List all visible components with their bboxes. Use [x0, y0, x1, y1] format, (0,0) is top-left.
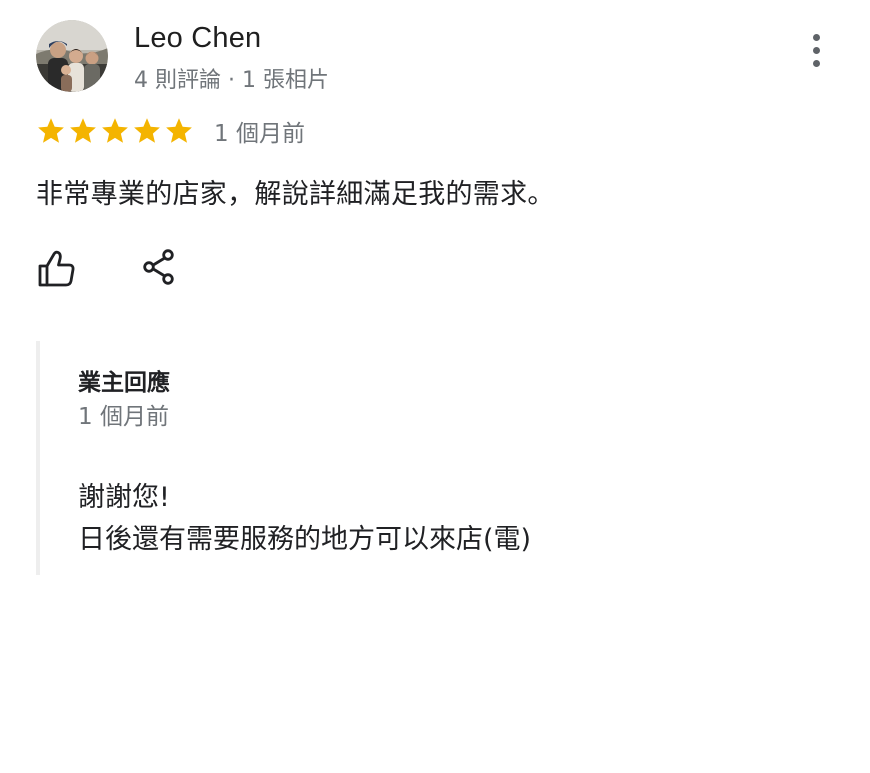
more-options-button[interactable] — [798, 28, 836, 74]
star-icon — [102, 118, 128, 143]
share-icon — [143, 249, 174, 285]
owner-response-date: 1 個月前 — [78, 404, 169, 430]
author-name[interactable]: Leo Chen — [134, 22, 261, 55]
star-icon — [70, 118, 96, 143]
review-card: Leo Chen 4 則評論 · 1 張相片 1 個月前 非常專業的店家，解說詳… — [0, 0, 870, 773]
owner-response-text-line: 日後還有需要服務的地方可以來店(電) — [78, 524, 532, 555]
like-button[interactable] — [36, 248, 78, 290]
avatar[interactable] — [36, 20, 108, 92]
star-icon — [134, 118, 160, 143]
avatar-photo — [36, 20, 108, 92]
more-vert-icon — [813, 60, 820, 67]
rating-row: 1 個月前 — [36, 114, 305, 148]
owner-response-title: 業主回應 — [78, 370, 170, 396]
more-vert-icon — [813, 47, 820, 54]
thumb-up-icon — [38, 250, 75, 287]
more-vert-icon — [813, 34, 820, 41]
star-icon — [38, 118, 64, 143]
review-text: 非常專業的店家，解說詳細滿足我的需求。 — [36, 179, 555, 210]
owner-response: 業主回應 1 個月前 謝謝您! 日後還有需要服務的地方可以來店(電) — [36, 341, 740, 575]
author-meta: 4 則評論 · 1 張相片 — [134, 68, 329, 93]
share-button[interactable] — [138, 246, 180, 288]
review-date: 1 個月前 — [214, 121, 305, 147]
owner-response-text-line: 謝謝您! — [78, 482, 170, 513]
star-rating — [36, 116, 196, 146]
star-icon — [166, 118, 192, 143]
